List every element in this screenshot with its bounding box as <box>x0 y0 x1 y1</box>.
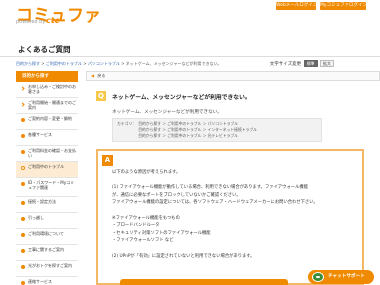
sidebar-item-label: ご利用中のトラブル <box>28 164 64 169</box>
font-size-standard-button[interactable]: 標準 <box>303 60 318 67</box>
category-box: カテゴリ： 目的から探す ＞ ご利用中のトラブル ＞ パソコントラブル 目的から… <box>112 118 322 142</box>
site-header: コミュファ powered by ctc Webメールログイン Myコミュファロ… <box>0 0 380 34</box>
category-link[interactable]: 目的から探す ＞ ご利用中のトラブル ＞ 光テレビトラブル <box>138 133 238 138</box>
category-link[interactable]: 目的から探す ＞ ご利用中のトラブル ＞ インターネット接続トラブル <box>138 127 257 132</box>
sidebar-item-start-of-use[interactable]: ご利用開始・開通までのご案内 <box>16 98 78 114</box>
footer-accent-bar <box>120 279 288 285</box>
sidebar-item-label: ご利用料金の確認・お支払い <box>28 148 76 158</box>
breadcrumb-separator: > <box>83 61 87 66</box>
answer-line: (1) ファイアウォール機能が動作している場合、利用できない場合があります。ファ… <box>112 185 308 191</box>
sidebar-item-connection-setup[interactable]: 接続・設定方法 <box>16 197 78 213</box>
sidebar-item-contract[interactable]: ご契約内容・変更・解約 <box>16 114 78 130</box>
answer-badge: A <box>102 155 113 166</box>
sidebar-item-construction[interactable]: 工事に関するご案内 <box>16 245 78 261</box>
logo-sub: powered by <box>16 19 46 25</box>
sidebar-item-id-password[interactable]: ID・パスワード・Myコミュファ関連 <box>16 178 78 197</box>
sidebar-item-label: 工事に関するご案内 <box>28 247 64 252</box>
answer-line: ファイアウォール機能の設定については、各ソフトウェア・ハードウェアメーカーにお問… <box>112 200 318 206</box>
answer-line <box>112 207 352 215</box>
chat-support-label: チャットサポート <box>328 274 365 279</box>
bullet-icon <box>21 249 25 253</box>
answer-line: が、通信に必要なポートをブロックしていないかご確認ください。 <box>112 192 241 198</box>
bullet-icon <box>21 182 25 186</box>
answer-line: 以下のような原因が考えられます。 <box>112 170 181 175</box>
chevron-right-icon <box>20 102 25 107</box>
question-subtext: ネットゲーム、メッセンジャーなどが利用できない。 <box>112 110 222 115</box>
answer-panel: A 以下のような原因が考えられます。 (1) ファイアウォール機能が動作している… <box>96 149 364 285</box>
breadcrumb-current: ネットゲーム、メッセンジャーなどが利用できない。 <box>125 61 222 66</box>
sidebar-item-troubles[interactable]: ご利用中のトラブル <box>16 162 78 178</box>
back-link[interactable]: ◀ 戻る <box>86 71 380 81</box>
answer-line: ・ブロードバンドルータ <box>112 223 160 229</box>
sidebar-item-label: 引っ越し <box>28 215 44 220</box>
sidebar-item-label: 接続・設定方法 <box>28 199 56 204</box>
breadcrumb-item[interactable]: ご利用中のトラブル <box>46 61 82 66</box>
sidebar-item-moving[interactable]: 引っ越し <box>16 213 78 229</box>
sidebar-item-label: ID・パスワード・Myコミュファ関連 <box>28 180 75 190</box>
sidebar-item-billing[interactable]: ご利用料金の確認・お支払い <box>16 146 78 162</box>
question-title: ネットゲーム、メッセンジャーなどが利用できない。 <box>112 95 251 101</box>
breadcrumb-item[interactable]: 目的から探す <box>16 61 40 66</box>
sidebar-item-label: ご契約内容・変更・解約 <box>28 116 72 121</box>
sidebar-item-services[interactable]: 各種サービス <box>16 130 78 146</box>
answer-line: ・セキュリティ対策ソフトのファイアウォール機能 <box>112 230 211 236</box>
sidebar-heading: 目的から探す <box>16 71 78 82</box>
chat-mascot-icon <box>312 272 324 282</box>
bullet-icon <box>21 166 25 170</box>
font-size-control: 文字サイズ変更 標準 拡大 <box>270 60 334 67</box>
breadcrumb-item[interactable]: パソコントラブル <box>88 61 120 66</box>
logo-brand: ctc <box>46 16 60 25</box>
answer-line: ・ファイアウォールソフト など <box>112 238 174 244</box>
main-content: ◀ 戻る Q ネットゲーム、メッセンジャーなどが利用できない。 ネットゲーム、メ… <box>86 71 380 285</box>
sidebar-item-hikari-deals[interactable]: 光がおトクを探すご案内 <box>16 261 78 277</box>
answer-line: ※ファイアウォール機能をもつもの <box>112 215 180 221</box>
page-title: よくあるご質問 <box>18 45 71 54</box>
sidebar-item-label: 光がおトクを探すご案内 <box>28 263 72 268</box>
font-size-large-button[interactable]: 拡大 <box>320 60 334 67</box>
sidebar-item-label: お申し込み・ご検討中のお客さま <box>28 84 76 94</box>
answer-body: 以下のような原因が考えられます。 (1) ファイアウォール機能が動作している場合… <box>112 169 352 260</box>
back-label: 戻る <box>97 73 106 78</box>
web-mail-login-button[interactable]: Webメールログイン <box>276 2 317 10</box>
question-badge: Q <box>96 91 106 101</box>
sidebar-item-label: ご利用環境について <box>28 231 64 236</box>
chevron-right-icon <box>20 86 25 91</box>
page: コミュファ powered by ctc Webメールログイン Myコミュファロ… <box>0 0 380 285</box>
bullet-icon <box>21 201 25 205</box>
sidebar-item-label: ご利用開始・開通までのご案内 <box>28 100 76 110</box>
sidebar-item-environment[interactable]: ご利用環境について <box>16 229 78 245</box>
sidebar-item-contact-service[interactable]: 連絡サービス <box>16 277 78 285</box>
bullet-icon <box>21 134 25 138</box>
category-link[interactable]: 目的から探す ＞ ご利用中のトラブル ＞ パソコントラブル <box>138 121 238 126</box>
bullet-icon <box>21 265 25 269</box>
sidebar-item-application[interactable]: お申し込み・ご検討中のお客さま <box>16 82 78 98</box>
my-commufa-login-button[interactable]: Myコミュファログイン <box>320 2 367 10</box>
answer-line <box>112 177 352 185</box>
bullet-icon <box>21 118 25 122</box>
breadcrumb: 目的から探す > ご利用中のトラブル > パソコントラブル > ネットゲーム、メ… <box>16 61 221 67</box>
bullet-icon <box>21 281 25 285</box>
sidebar-item-label: 各種サービス <box>28 132 52 137</box>
sidebar: 目的から探す お申し込み・ご検討中のお客さま ご利用開始・開通までのご案内 ご契… <box>16 71 78 285</box>
sidebar-item-label: 連絡サービス <box>28 279 52 284</box>
font-size-label: 文字サイズ変更 <box>269 62 302 67</box>
answer-line <box>112 245 352 253</box>
breadcrumb-separator: > <box>121 61 125 66</box>
chevron-left-icon: ◀ <box>91 73 95 78</box>
chat-support-button[interactable]: チャットサポート <box>308 270 374 284</box>
answer-line: (2) UPnPが「有効」に設定されていないと利用できない場合があります。 <box>112 253 255 259</box>
bullet-icon <box>21 233 25 237</box>
bullet-icon <box>21 217 25 221</box>
bullet-icon <box>21 150 25 154</box>
title-divider <box>0 56 380 57</box>
breadcrumb-separator: > <box>41 61 45 66</box>
